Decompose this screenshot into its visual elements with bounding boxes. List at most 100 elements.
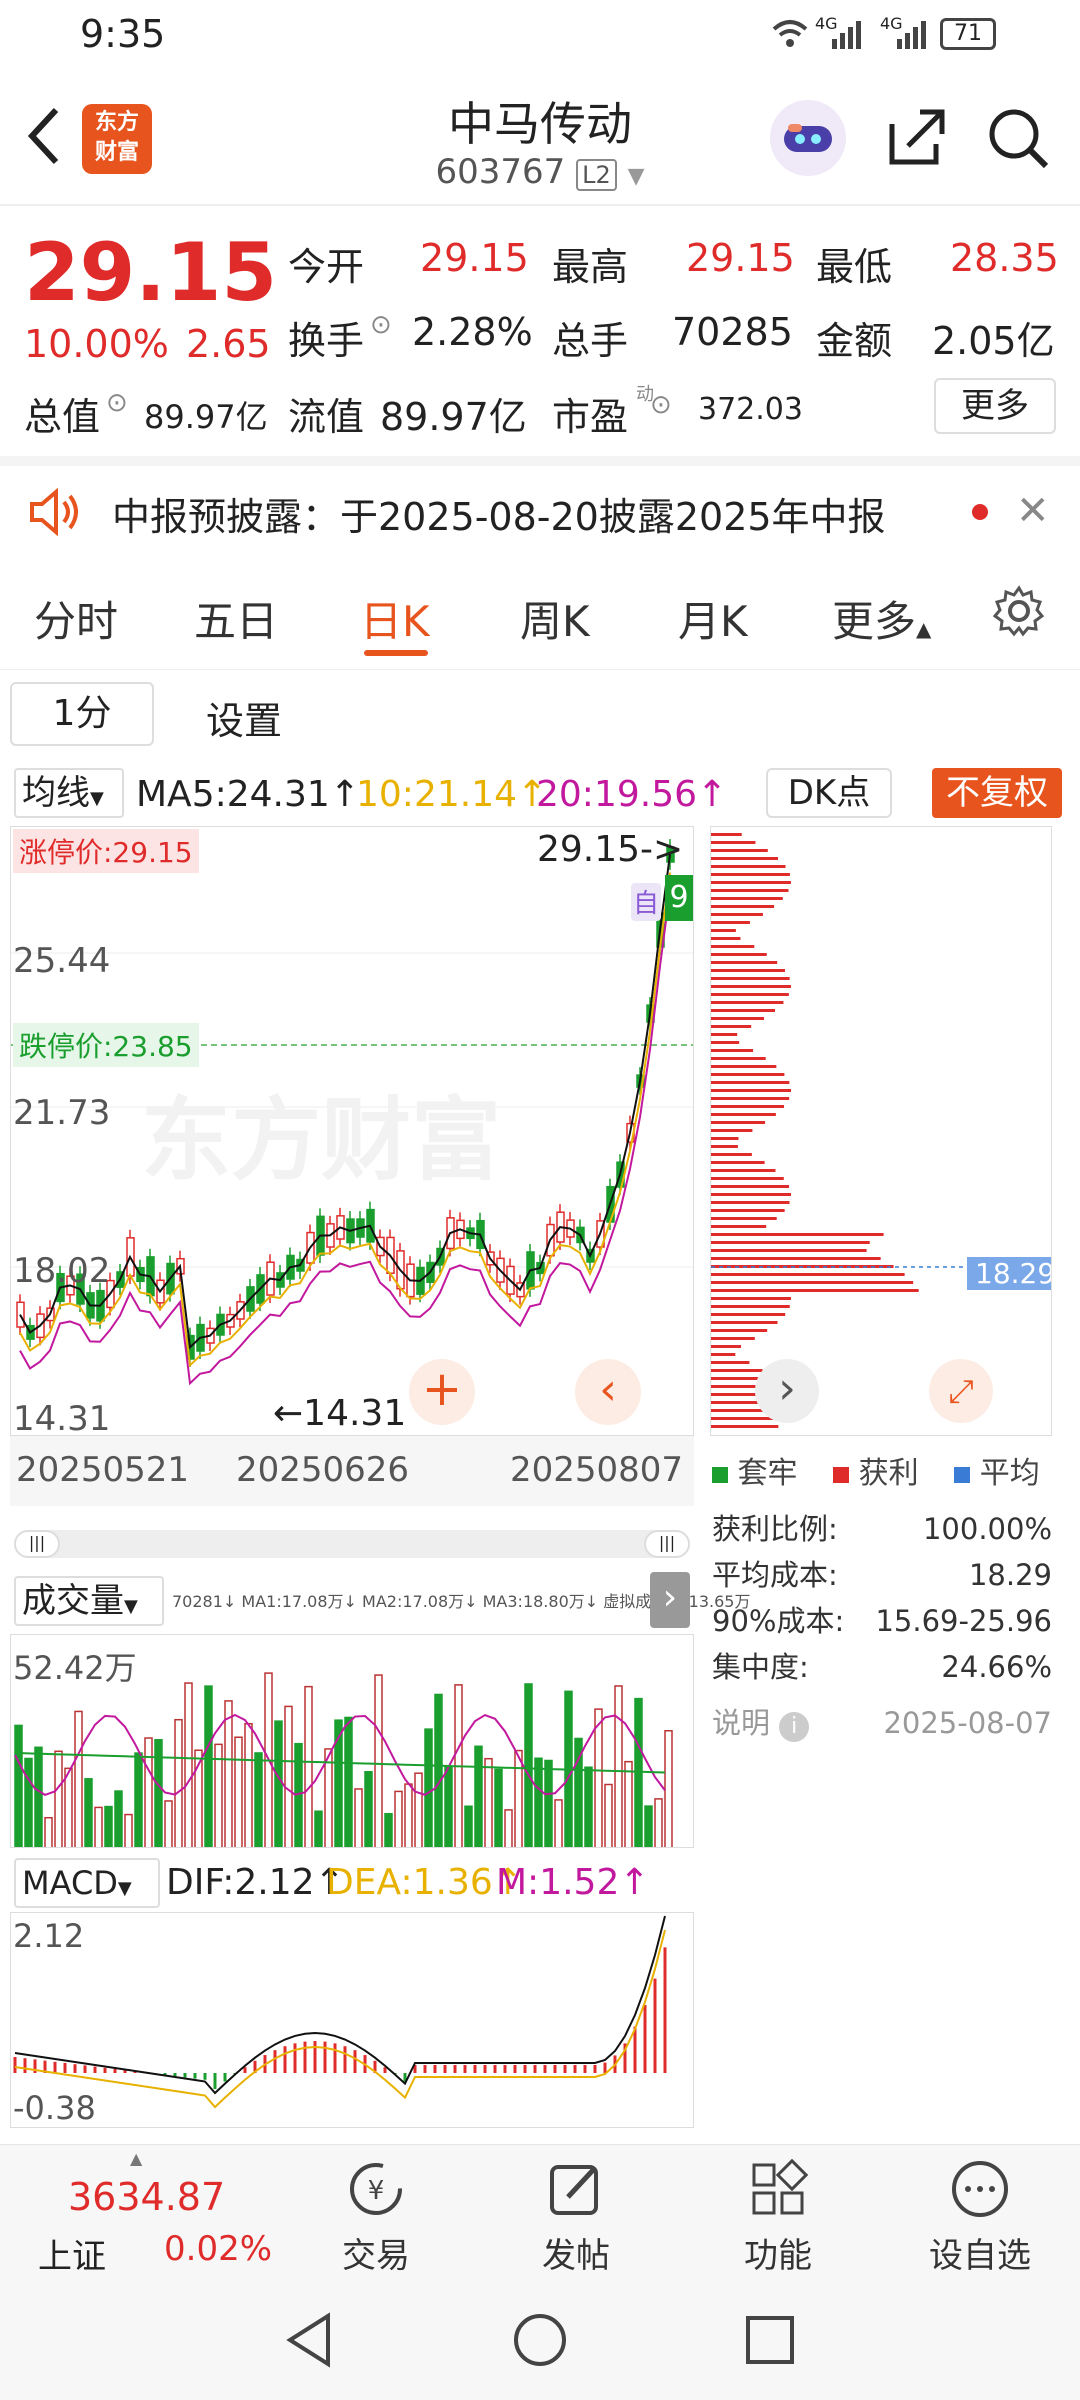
volume-bar	[254, 1752, 263, 1847]
chip-bar	[711, 945, 755, 948]
home-circle-icon[interactable]	[510, 2310, 570, 2374]
high-label: 最高	[552, 245, 629, 289]
chip-bar	[711, 1137, 739, 1140]
add-icon[interactable]: +	[409, 1359, 475, 1425]
stat-value: 24.66%	[941, 1650, 1052, 1684]
tab-wuri[interactable]: 五日	[194, 588, 278, 649]
chip-bar	[711, 881, 791, 884]
logo-line-1: 东方	[94, 110, 139, 135]
chip-bar	[711, 921, 750, 924]
chip-bar	[711, 865, 786, 868]
index-name[interactable]: 上证	[38, 2229, 106, 2278]
chip-distribution-chart[interactable]: 18.29 › ⤢	[710, 826, 1052, 1436]
ai-assistant-icon[interactable]	[770, 100, 846, 176]
chip-bar	[711, 1305, 790, 1308]
low-price-marker: ←14.31	[273, 1393, 407, 1434]
volume-bar	[234, 1736, 243, 1847]
info-icon[interactable]: ⊙	[650, 390, 672, 420]
volume-max-label: 52.42万	[13, 1649, 137, 1687]
volume-bar	[534, 1757, 543, 1847]
chevron-down-icon[interactable]: ▼	[628, 164, 645, 189]
info-icon: i	[779, 1712, 810, 1742]
period-select[interactable]: 1分	[10, 682, 154, 746]
kline-chart[interactable]: 东方财富 涨停价:29.15 跌停价:23.85 29.15-> 25.44 2…	[10, 826, 694, 1436]
expand-icon[interactable]: ⤢	[929, 1359, 993, 1423]
gear-icon[interactable]	[992, 584, 1046, 642]
tab-fenshi[interactable]: 分时	[34, 588, 118, 649]
index-value[interactable]: 3634.87	[68, 2175, 225, 2219]
nav-trade[interactable]: ¥ 交易	[296, 2159, 456, 2277]
chip-bar	[711, 1073, 785, 1076]
volume-label: 总手	[552, 319, 629, 363]
volume-bar	[434, 1693, 443, 1847]
tab-rik[interactable]: 日K	[360, 588, 430, 649]
volume-bar	[654, 1798, 663, 1847]
chevron-left-icon[interactable]: ‹	[575, 1359, 641, 1425]
volume-chart[interactable]: 52.42万	[10, 1634, 694, 1848]
tab-zhouk[interactable]: 周K	[520, 588, 590, 649]
macd-selector-label: MACD	[22, 1864, 118, 1902]
index-pct[interactable]: 0.02%	[164, 2229, 272, 2269]
chip-bar	[711, 929, 736, 932]
chip-stat-row: 集中度: 24.66%	[712, 1644, 1052, 1690]
chip-bar	[711, 961, 778, 964]
notice-text: 中报预披露：于2025-08-20披露2025年中报	[112, 495, 886, 539]
close-icon[interactable]: ✕	[1016, 488, 1050, 534]
macd-selector[interactable]: MACD▼	[14, 1858, 160, 1908]
volume-bar	[514, 1749, 523, 1847]
back-icon[interactable]	[24, 104, 64, 172]
chip-bar	[711, 977, 790, 980]
signal-badge: 9	[665, 875, 693, 921]
volume-bar	[554, 1799, 563, 1847]
nav-post[interactable]: 发帖	[496, 2159, 656, 2277]
legend-swatch-trapped	[712, 1467, 728, 1483]
back-triangle-icon[interactable]	[280, 2310, 340, 2374]
share-icon[interactable]	[884, 104, 950, 174]
macd-bottom-label: -0.38	[13, 2089, 96, 2127]
chip-note[interactable]: 说明 i	[712, 1700, 810, 1746]
chip-bar	[711, 1081, 790, 1084]
chart-tabs: 分时 五日 日K 周K 月K 更多▲	[0, 558, 1080, 670]
recents-square-icon[interactable]	[740, 2310, 800, 2374]
stock-code-row: 603767 L2 ▼	[340, 152, 740, 192]
chip-bar	[711, 1033, 738, 1036]
volume-bar	[544, 1759, 553, 1847]
dk-point-button[interactable]: DK点	[766, 768, 892, 818]
chip-bar	[711, 1129, 753, 1132]
search-icon[interactable]	[986, 106, 1052, 176]
volume-bar	[594, 1708, 603, 1847]
chart-settings-button[interactable]: 设置	[206, 690, 282, 745]
more-quote-button[interactable]: 更多	[934, 378, 1056, 434]
chevron-right-icon[interactable]: ›	[755, 1359, 819, 1423]
ma-selector[interactable]: 均线▼	[14, 768, 124, 818]
tab-yuek[interactable]: 月K	[678, 588, 748, 649]
info-icon[interactable]: ⊙	[106, 388, 128, 418]
caret-up-icon: ▲	[130, 2149, 143, 2168]
volume-selector-label: 成交量	[22, 1581, 124, 1621]
chip-bar	[711, 1225, 767, 1228]
range-scrollbar[interactable]: ||| |||	[14, 1530, 690, 1558]
nav-functions[interactable]: 功能	[698, 2158, 858, 2277]
volume-selector[interactable]: 成交量▼	[14, 1576, 164, 1626]
volume-bar	[614, 1685, 623, 1847]
chip-bar	[711, 1233, 884, 1236]
adjust-button[interactable]: 不复权	[932, 768, 1062, 818]
range-handle-left[interactable]: |||	[14, 1530, 60, 1558]
chip-bar	[711, 1153, 752, 1156]
logo-line-2: 财富	[94, 140, 139, 165]
chevron-right-icon[interactable]: ›	[650, 1572, 690, 1628]
info-icon[interactable]: ⊙	[370, 310, 392, 340]
macd-chart[interactable]: 2.12 -0.38	[10, 1912, 694, 2128]
range-handle-right[interactable]: |||	[644, 1530, 690, 1558]
chip-bar	[711, 1017, 765, 1020]
volume-bar	[644, 1805, 653, 1847]
note-label: 说明	[712, 1706, 771, 1740]
nav-add-watchlist[interactable]: 设自选	[900, 2159, 1060, 2277]
tab-more[interactable]: 更多▲	[832, 588, 931, 649]
quote-panel: 29.15 10.00% 2.65 今开 29.15 最高 29.15 最低 2…	[0, 206, 1080, 456]
volume-bar	[484, 1757, 493, 1847]
chip-stat-row: 90%成本: 15.69-25.96	[712, 1598, 1052, 1644]
volume-bar	[34, 1746, 43, 1847]
chip-bar	[711, 1145, 738, 1148]
notice-bar[interactable]: 中报预披露：于2025-08-20披露2025年中报 ✕	[0, 466, 1080, 558]
